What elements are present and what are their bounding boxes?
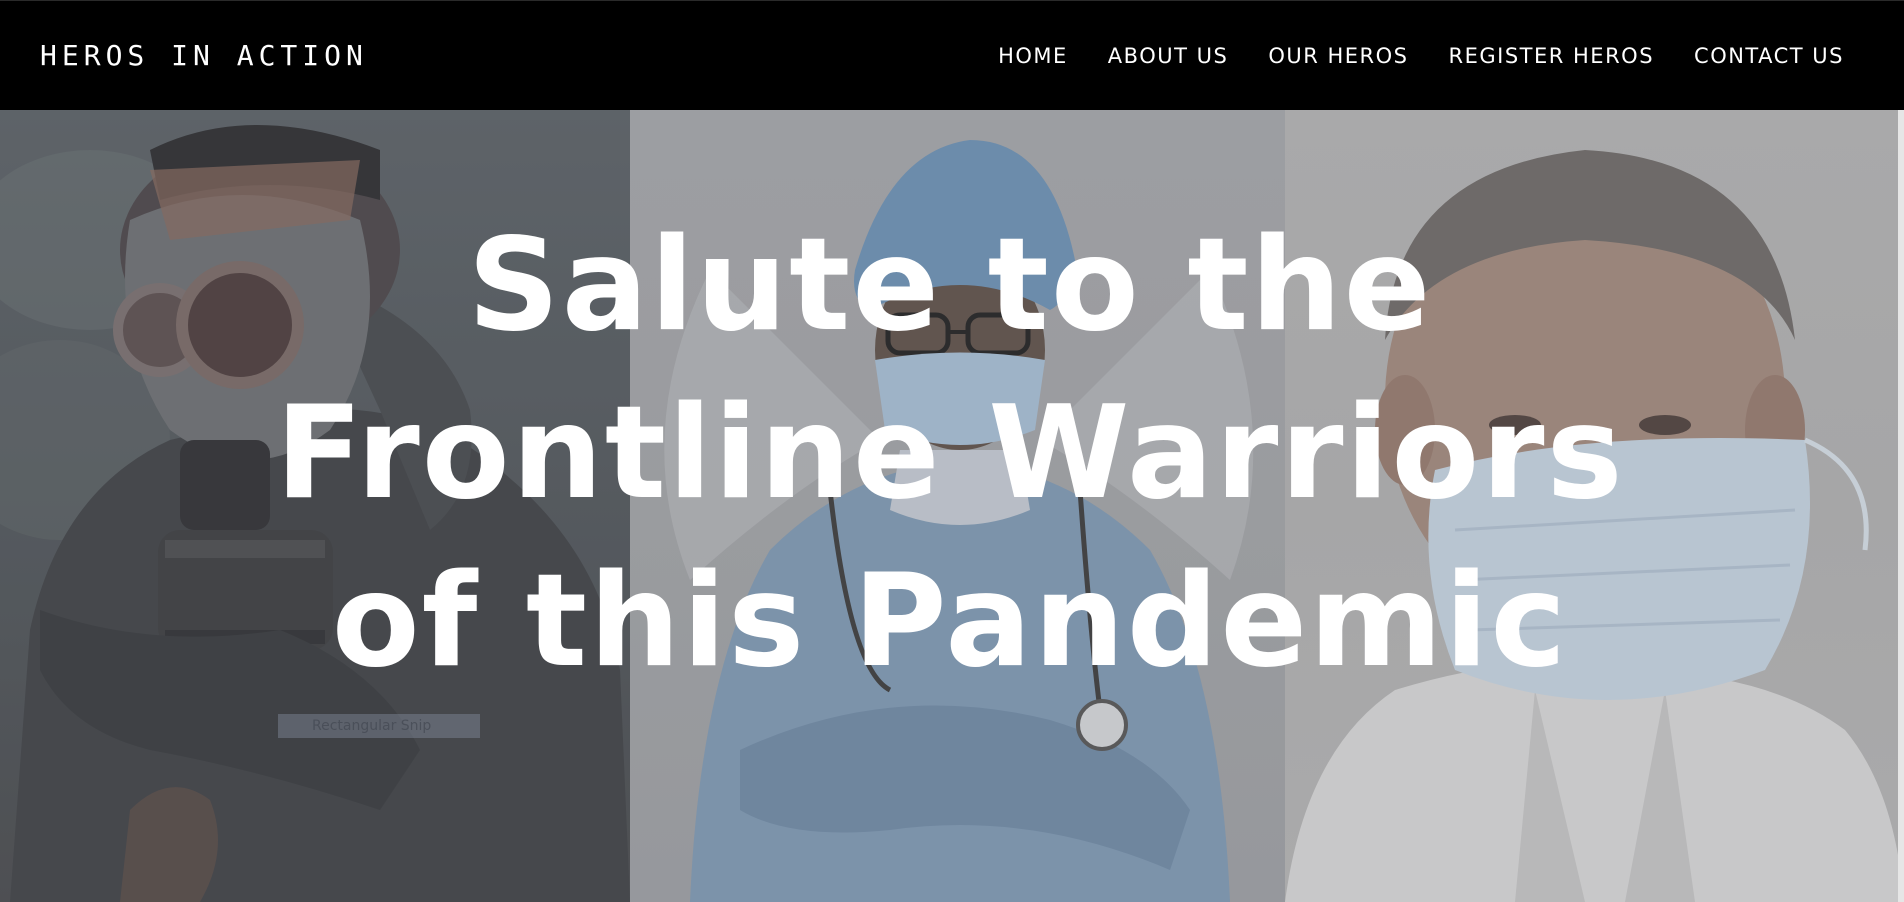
page: HEROS IN ACTION HOME ABOUT US OUR HEROS … — [0, 0, 1904, 902]
nav-link-our-heros[interactable]: OUR HEROS — [1268, 44, 1408, 68]
nav-item-our-heros: OUR HEROS — [1268, 41, 1408, 71]
nav-item-home: HOME — [998, 41, 1068, 71]
nav-link-home[interactable]: HOME — [998, 44, 1068, 68]
hero-headline: Salute to the Frontline Warriors of this… — [250, 202, 1650, 706]
main-nav: HOME ABOUT US OUR HEROS REGISTER HEROS C… — [998, 41, 1844, 71]
navbar: HEROS IN ACTION HOME ABOUT US OUR HEROS … — [0, 0, 1904, 110]
nav-item-contact-us: CONTACT US — [1694, 41, 1844, 71]
nav-link-contact-us[interactable]: CONTACT US — [1694, 44, 1844, 68]
nav-item-about-us: ABOUT US — [1108, 41, 1229, 71]
headline-line-1: Salute to the — [467, 211, 1433, 360]
headline-line-2: Frontline Warriors — [275, 379, 1625, 528]
brand-logo[interactable]: HEROS IN ACTION — [40, 39, 368, 73]
nav-item-register-heros: REGISTER HEROS — [1449, 41, 1655, 71]
nav-link-about-us[interactable]: ABOUT US — [1108, 44, 1229, 68]
nav-link-register-heros[interactable]: REGISTER HEROS — [1449, 44, 1655, 68]
snip-tool-label: Rectangular Snip — [278, 714, 480, 738]
vertical-scrollbar[interactable] — [1898, 110, 1904, 902]
headline-line-3: of this Pandemic — [331, 547, 1569, 696]
hero-banner: Rectangular Snip Salute to the Frontline… — [0, 110, 1904, 902]
